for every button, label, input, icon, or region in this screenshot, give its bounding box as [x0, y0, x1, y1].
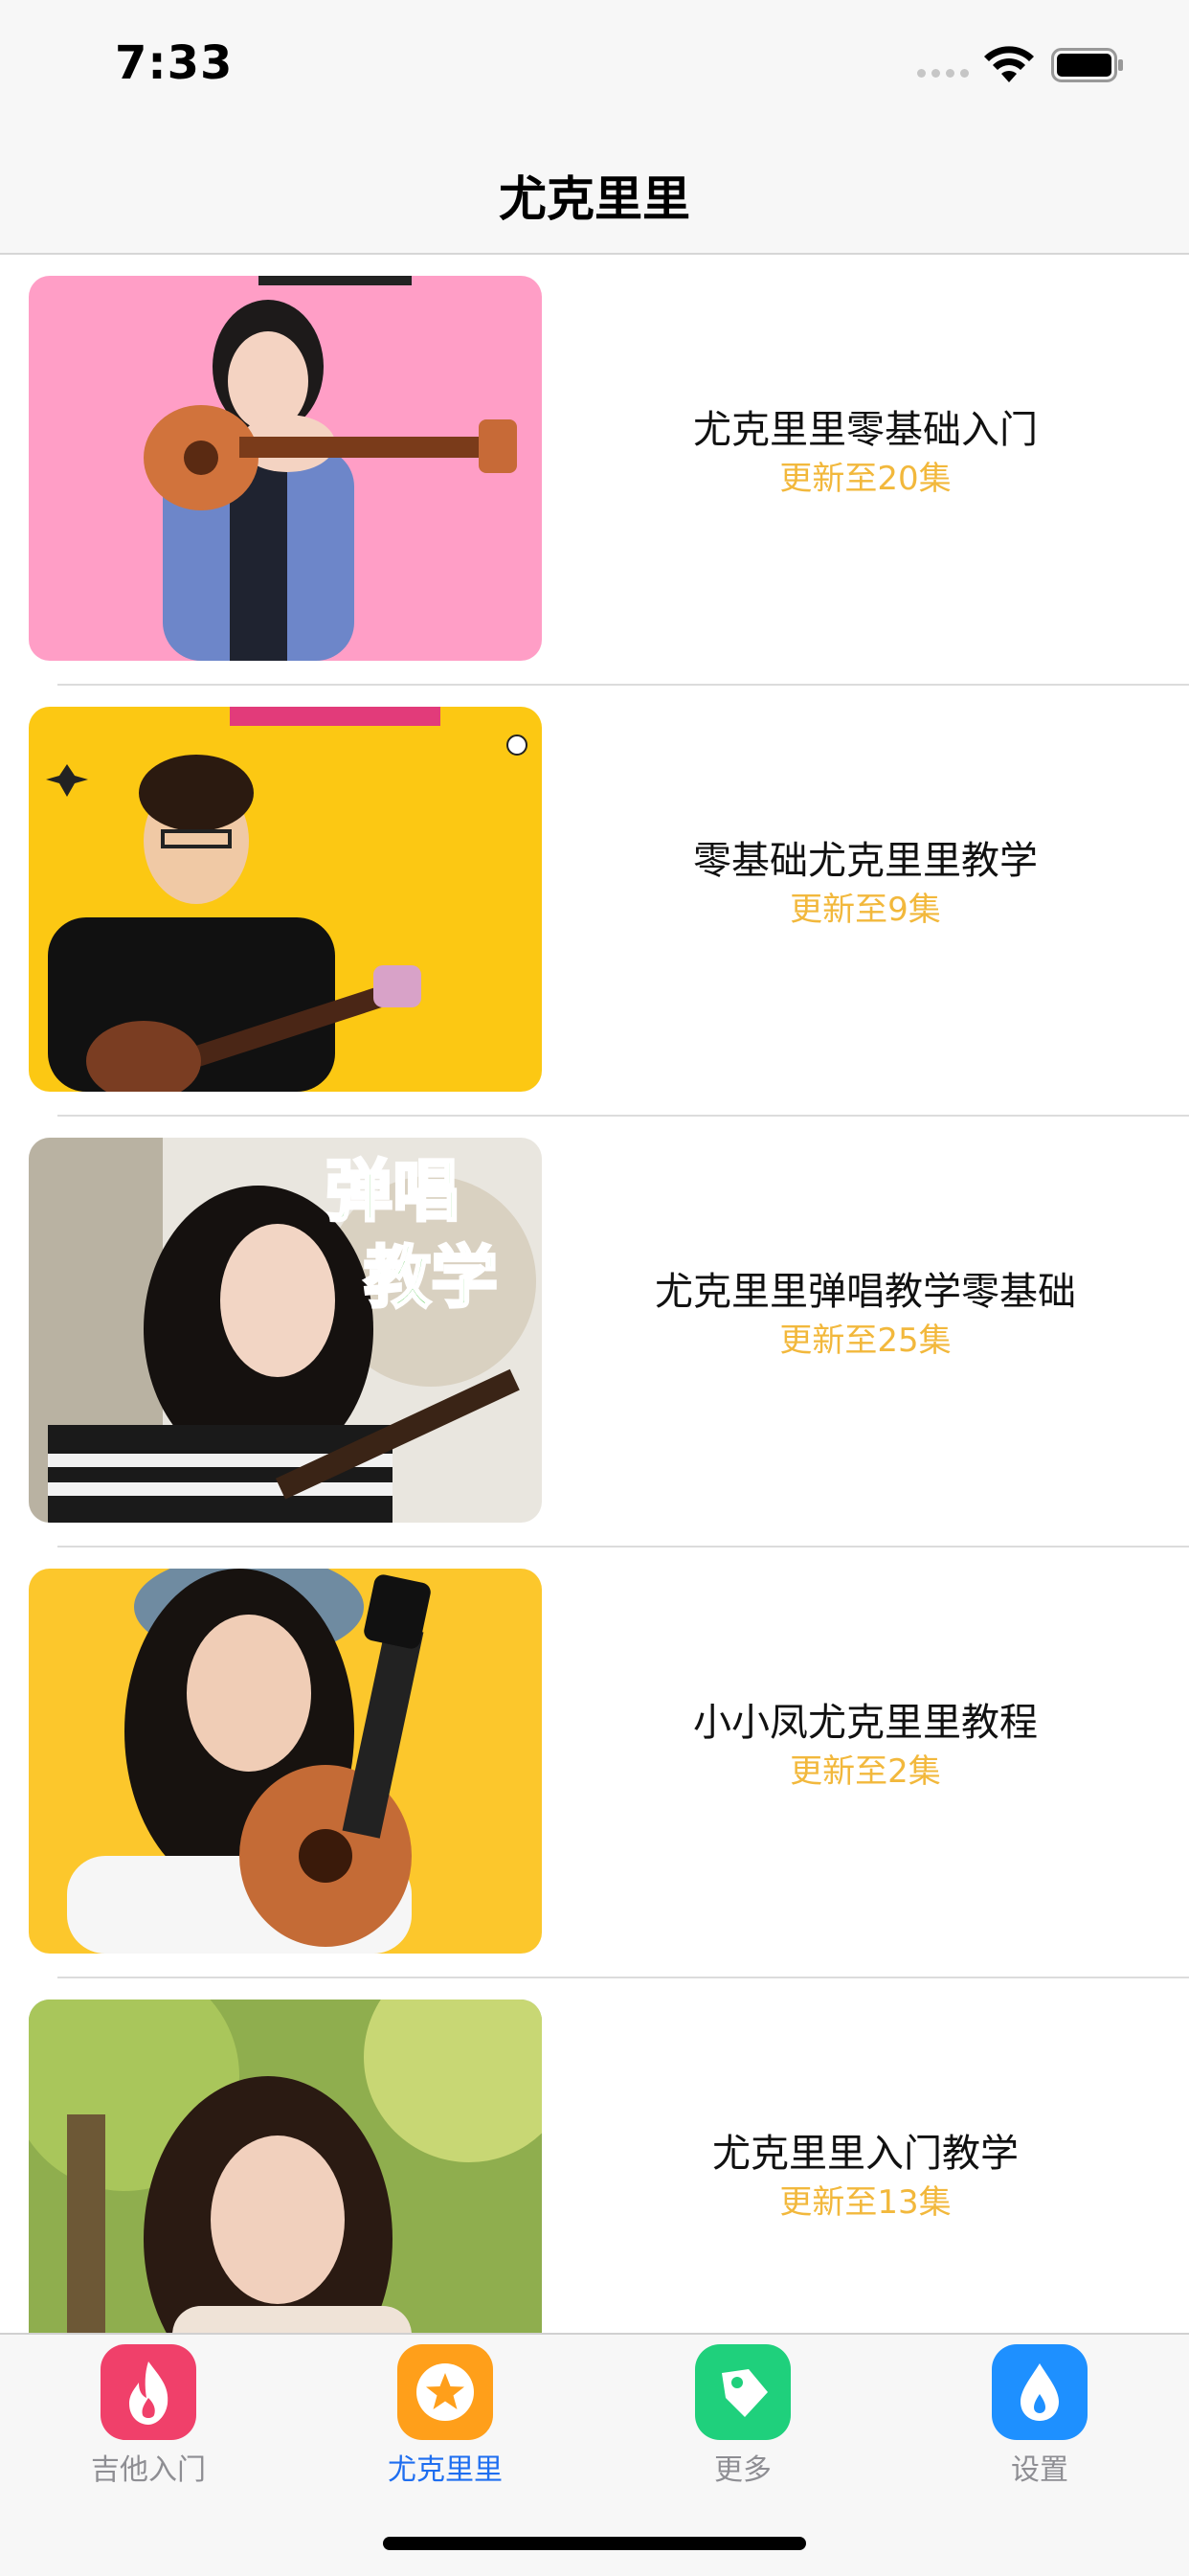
course-title: 尤克里里弹唱教学零基础	[655, 1270, 1076, 1314]
course-info: 零基础尤克里里教学 更新至9集	[542, 686, 1189, 1117]
wifi-icon	[984, 46, 1034, 82]
tab-label: 尤克里里	[388, 2453, 503, 2487]
status-time: 7:33	[115, 36, 234, 90]
course-episode-count: 更新至13集	[779, 2183, 952, 2222]
course-info: 尤克里里零基础入门 更新至20集	[542, 255, 1189, 686]
battery-icon	[1051, 48, 1123, 82]
cellular-signal-icon	[917, 69, 969, 78]
course-episode-count: 更新至2集	[790, 1752, 941, 1791]
star-icon	[397, 2344, 493, 2440]
course-title: 零基础尤克里里教学	[693, 839, 1038, 883]
course-title: 小小凤尤克里里教程	[693, 1701, 1038, 1745]
list-item[interactable]: 尤克里里入门教学 更新至13集	[0, 1978, 1189, 2333]
list-item[interactable]: 尤克里里零基础入门 更新至20集	[0, 255, 1189, 686]
course-thumbnail	[29, 2000, 542, 2333]
course-episode-count: 更新至20集	[779, 460, 952, 498]
tab-label: 吉他入门	[91, 2453, 206, 2487]
home-indicator[interactable]	[383, 2537, 806, 2550]
course-list[interactable]: 尤克里里零基础入门 更新至20集 零基础尤克里里教学 更新至9集 弹唱 教学 尤…	[0, 255, 1189, 2333]
page-title: 尤克里里	[499, 171, 690, 227]
thumbnail-caption: 教学	[364, 1238, 498, 1317]
flame-icon	[101, 2344, 196, 2440]
navigation-bar: 尤克里里	[0, 134, 1189, 255]
course-title: 尤克里里入门教学	[712, 2132, 1019, 2176]
tag-icon	[695, 2344, 791, 2440]
tab-settings[interactable]: 设置	[944, 2335, 1135, 2487]
tab-guitar-intro[interactable]: 吉他入门	[53, 2335, 244, 2487]
course-thumbnail	[29, 707, 542, 1092]
course-info: 尤克里里弹唱教学零基础 更新至25集	[542, 1117, 1189, 1548]
course-info: 小小凤尤克里里教程 更新至2集	[542, 1548, 1189, 1978]
course-thumbnail: 弹唱 教学	[29, 1138, 542, 1523]
list-item[interactable]: 弹唱 教学 尤克里里弹唱教学零基础 更新至25集	[0, 1117, 1189, 1548]
course-episode-count: 更新至9集	[790, 891, 941, 929]
course-info: 尤克里里入门教学 更新至13集	[542, 1978, 1189, 2333]
course-thumbnail	[29, 1569, 542, 1954]
status-bar: 7:33	[0, 0, 1189, 134]
thumbnail-caption: 弹唱	[325, 1152, 460, 1231]
tab-more[interactable]: 更多	[647, 2335, 839, 2487]
tab-label: 设置	[1011, 2453, 1068, 2487]
course-thumbnail	[29, 276, 542, 661]
tab-ukulele[interactable]: 尤克里里	[349, 2335, 541, 2487]
list-item[interactable]: 零基础尤克里里教学 更新至9集	[0, 686, 1189, 1117]
course-episode-count: 更新至25集	[779, 1322, 952, 1360]
tab-label: 更多	[714, 2453, 772, 2487]
course-title: 尤克里里零基础入门	[693, 408, 1038, 452]
drop-icon	[992, 2344, 1088, 2440]
list-item[interactable]: 小小凤尤克里里教程 更新至2集	[0, 1548, 1189, 1978]
